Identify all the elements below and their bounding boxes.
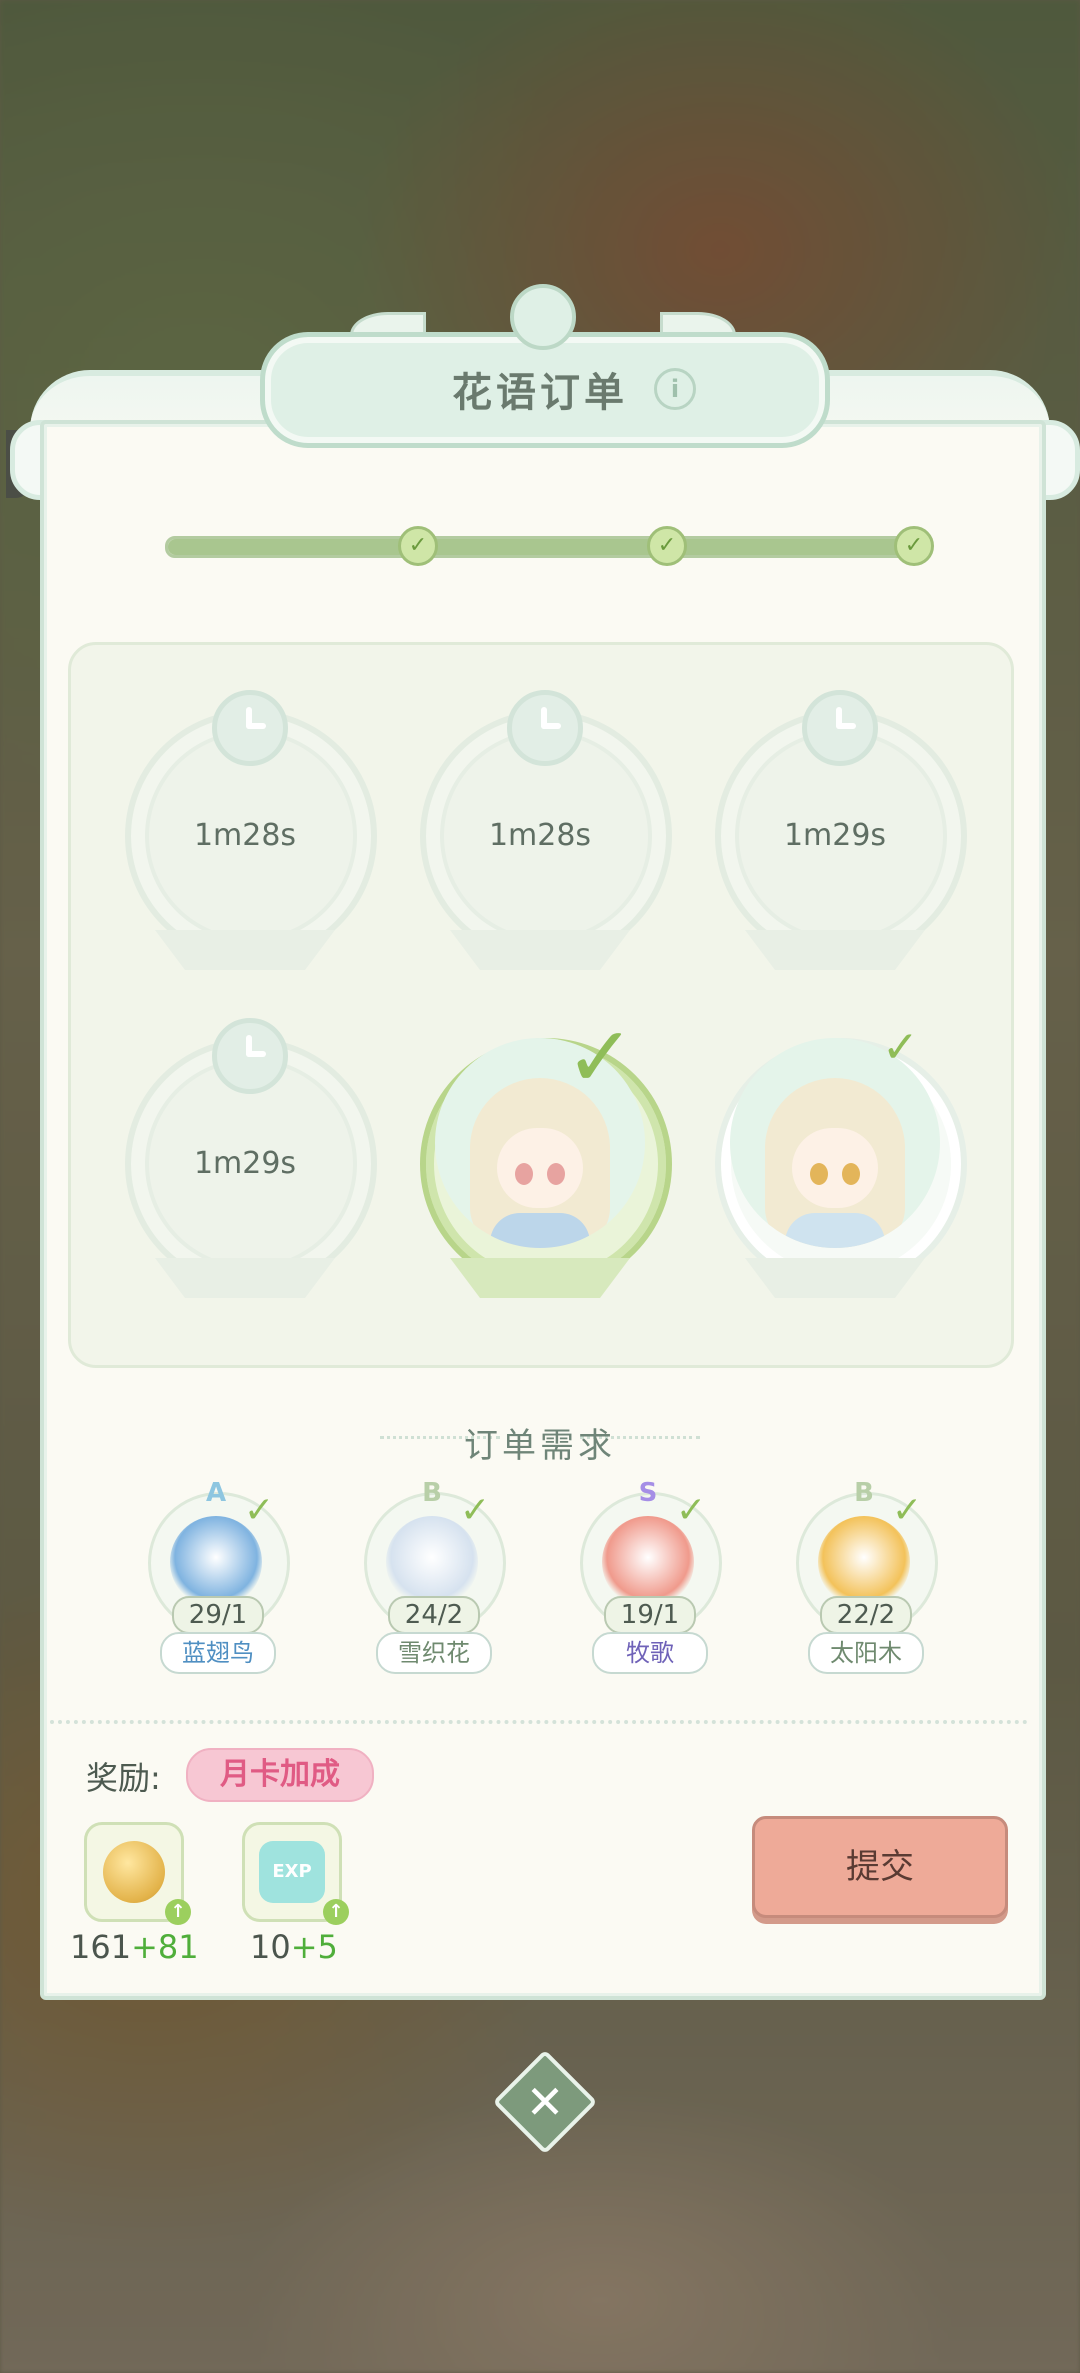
order-slot-3[interactable]: 1m29s (710, 690, 967, 990)
grade-badge: S (638, 1478, 658, 1508)
rewards-divider (50, 1720, 1028, 1724)
clock-icon (507, 690, 583, 766)
item-count: 22/2 (820, 1596, 912, 1634)
dialog-title: 花语订单 (452, 370, 628, 416)
check-icon: ✓ (676, 1490, 707, 1531)
reward-base-value: 161 (70, 1928, 132, 1966)
requirement-item-1[interactable]: A ✓ 29/1 蓝翅鸟 (136, 1478, 296, 1676)
reward-base-value: 10 (250, 1928, 291, 1966)
slot-base (450, 930, 630, 970)
order-cooldown-timer: 1m28s (193, 818, 297, 853)
order-slot-1[interactable]: 1m28s (120, 690, 377, 990)
check-icon: ✓ (882, 1022, 919, 1073)
reward-coin-amount: 161+81 (70, 1928, 199, 1966)
reward-bonus-value: +81 (131, 1928, 199, 1966)
item-count: 19/1 (604, 1596, 696, 1634)
reward-exp[interactable]: EXP ↑ (242, 1822, 349, 1925)
check-icon: ✓ (244, 1490, 275, 1531)
item-name: 太阳木 (808, 1632, 924, 1674)
order-slot-4[interactable]: 1m29s (120, 1018, 377, 1318)
item-name: 牧歌 (592, 1632, 708, 1674)
requirement-item-4[interactable]: B ✓ 22/2 太阳木 (784, 1478, 944, 1676)
bonus-up-arrow-icon: ↑ (165, 1899, 191, 1925)
slot-base (155, 930, 335, 970)
month-card-bonus-badge[interactable]: 月卡加成 (186, 1748, 374, 1802)
exp-icon: EXP (259, 1841, 325, 1903)
clock-icon (212, 1018, 288, 1094)
grade-badge: A (205, 1478, 227, 1508)
check-icon: ✓ (892, 1490, 923, 1531)
order-progress-bar (165, 536, 933, 558)
reward-bonus-value: +5 (290, 1928, 338, 1966)
order-requirements-label: 订单需求 (464, 1426, 616, 1466)
milestone-check-3[interactable]: ✓ (894, 526, 934, 566)
item-count: 29/1 (172, 1596, 264, 1634)
slot-base (450, 1258, 630, 1298)
submit-button[interactable]: 提交 (752, 1816, 1008, 1918)
order-slot-2[interactable]: 1m28s (415, 690, 672, 990)
check-icon: ✓ (460, 1490, 491, 1531)
slot-base (155, 1258, 335, 1298)
flower-emblem-icon (510, 284, 576, 350)
info-icon[interactable]: i (654, 368, 696, 410)
requirement-item-2[interactable]: B ✓ 24/2 雪织花 (352, 1478, 512, 1676)
order-cooldown-timer: 1m29s (193, 1146, 297, 1181)
item-name: 蓝翅鸟 (160, 1632, 276, 1674)
slot-base (745, 930, 925, 970)
order-progress-fill (168, 539, 930, 555)
clock-icon (802, 690, 878, 766)
coin-icon (103, 1841, 165, 1903)
check-icon: ✓ (565, 1008, 636, 1106)
requirement-item-3[interactable]: S ✓ 19/1 牧歌 (568, 1478, 728, 1676)
order-slot-6[interactable]: ✓ (710, 1018, 967, 1318)
order-cooldown-timer: 1m28s (488, 818, 592, 853)
rewards-label: 奖励: (86, 1759, 161, 1797)
order-slot-5-selected[interactable]: ✓ (415, 1008, 672, 1318)
item-name: 雪织花 (376, 1632, 492, 1674)
grade-badge: B (422, 1478, 442, 1508)
bonus-up-arrow-icon: ↑ (323, 1899, 349, 1925)
milestone-check-2[interactable]: ✓ (647, 526, 687, 566)
reward-exp-amount: 10+5 (250, 1928, 338, 1966)
milestone-check-1[interactable]: ✓ (398, 526, 438, 566)
grade-badge: B (854, 1478, 874, 1508)
clock-icon (212, 690, 288, 766)
order-cooldown-timer: 1m29s (783, 818, 887, 853)
slot-base (745, 1258, 925, 1298)
reward-coin[interactable]: ↑ (84, 1822, 191, 1925)
item-count: 24/2 (388, 1596, 480, 1634)
close-icon[interactable]: ✕ (508, 2065, 582, 2139)
